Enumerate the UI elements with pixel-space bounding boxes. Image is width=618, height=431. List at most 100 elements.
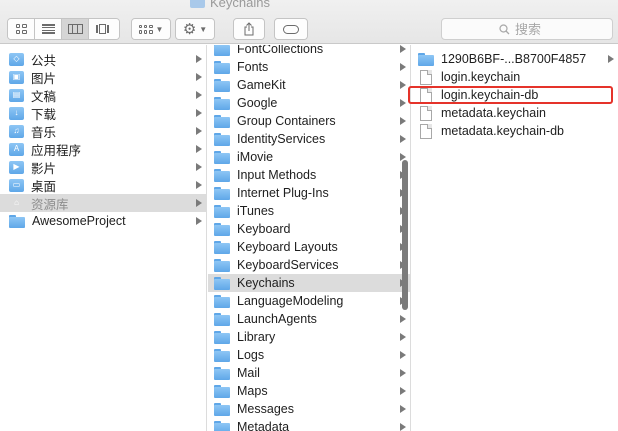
arrange-menu-button[interactable]: ▼ (131, 18, 171, 40)
search-input[interactable] (515, 21, 555, 37)
item-label: Keyboard (237, 222, 291, 236)
public-folder-icon: ◇ (9, 52, 24, 66)
downloads-folder-icon: ↓ (9, 106, 24, 120)
item-label: Messages (237, 402, 294, 416)
list-item[interactable]: Mail (208, 364, 410, 382)
list-item-downloads[interactable]: ↓ 下载 (0, 104, 206, 122)
list-item[interactable]: Keyboard (208, 220, 410, 238)
list-item[interactable]: Fonts (208, 58, 410, 76)
list-item-library[interactable]: ⌂ 资源库 (0, 194, 206, 212)
folder-icon (214, 96, 230, 110)
tag-icon (283, 24, 299, 34)
list-icon (41, 24, 55, 34)
grid-icon (15, 24, 27, 34)
chevron-right-icon (196, 109, 202, 117)
list-item-documents[interactable]: ▤ 文稿 (0, 86, 206, 104)
annotation-highlight-box (408, 86, 613, 104)
list-item[interactable]: FontCollections (208, 45, 410, 58)
item-label: Google (237, 96, 278, 110)
chevron-right-icon (400, 63, 406, 71)
cover-flow-icon (95, 24, 113, 34)
list-item[interactable]: IdentityServices (208, 130, 410, 148)
item-label: iTunes (237, 204, 275, 218)
chevron-right-icon (608, 55, 614, 63)
item-label: Internet Plug-Ins (237, 186, 329, 200)
column-library: FontCollections Fonts GameKit Google Gro… (208, 45, 411, 431)
chevron-right-icon (400, 81, 406, 89)
list-item-file[interactable]: metadata.keychain (412, 104, 618, 122)
list-item-keychains[interactable]: Keychains (208, 274, 410, 292)
list-view-button[interactable] (35, 19, 62, 39)
folder-icon (190, 0, 205, 8)
folder-icon (214, 348, 230, 362)
list-item[interactable]: iMovie (208, 148, 410, 166)
list-item[interactable]: Library (208, 328, 410, 346)
column-scrollbar[interactable] (402, 160, 408, 310)
chevron-right-icon (400, 387, 406, 395)
list-item-awesomeproject[interactable]: AwesomeProject (0, 212, 206, 230)
list-item[interactable]: Google (208, 94, 410, 112)
chevron-right-icon (196, 217, 202, 225)
item-label: 下载 (31, 107, 57, 122)
chevron-right-icon (400, 315, 406, 323)
list-item-file[interactable]: metadata.keychain-db (412, 122, 618, 140)
pictures-folder-icon: ▣ (9, 70, 24, 84)
desktop-folder-icon: ▭ (9, 178, 24, 192)
columns-icon (67, 24, 83, 34)
list-item-applications[interactable]: A 应用程序 (0, 140, 206, 158)
item-label: IdentityServices (237, 132, 326, 146)
list-item[interactable]: Messages (208, 400, 410, 418)
list-item[interactable]: Input Methods (208, 166, 410, 184)
chevron-right-icon (196, 55, 202, 63)
folder-icon (214, 330, 230, 344)
item-label: KeyboardServices (237, 258, 339, 272)
item-label: metadata.keychain (441, 106, 546, 120)
folder-icon (214, 420, 230, 431)
list-item-uuid-folder[interactable]: 1290B6BF-...B8700F4857 (412, 50, 618, 68)
item-label: 1290B6BF-...B8700F4857 (441, 52, 587, 66)
column-view-button[interactable] (62, 19, 89, 39)
list-item[interactable]: Keyboard Layouts (208, 238, 410, 256)
list-item-music[interactable]: ♫ 音乐 (0, 122, 206, 140)
list-item[interactable]: LaunchAgents (208, 310, 410, 328)
library-folder-icon: ⌂ (9, 196, 24, 210)
item-label: 文稿 (31, 89, 57, 104)
search-field[interactable] (441, 18, 613, 40)
list-item[interactable]: GameKit (208, 76, 410, 94)
folder-icon (214, 402, 230, 416)
list-item-movies[interactable]: ▶ 影片 (0, 158, 206, 176)
share-icon (244, 22, 254, 36)
chevron-right-icon (196, 73, 202, 81)
list-item[interactable]: iTunes (208, 202, 410, 220)
list-item[interactable]: Maps (208, 382, 410, 400)
item-label: login.keychain (441, 70, 521, 84)
movies-folder-icon: ▶ (9, 160, 24, 174)
list-item-file[interactable]: login.keychain (412, 68, 618, 86)
folder-icon (214, 186, 230, 200)
list-item[interactable]: Metadata (208, 418, 410, 431)
chevron-right-icon (400, 351, 406, 359)
chevron-right-icon (196, 127, 202, 135)
chevron-right-icon (196, 199, 202, 207)
chevron-right-icon (400, 99, 406, 107)
list-item[interactable]: KeyboardServices (208, 256, 410, 274)
list-item-pictures[interactable]: ▣ 图片 (0, 68, 206, 86)
action-menu-button[interactable]: ⚙ ▼ (175, 18, 215, 40)
document-icon (420, 123, 432, 139)
item-label: GameKit (237, 78, 286, 92)
gallery-view-button[interactable] (89, 19, 119, 39)
list-item[interactable]: Group Containers (208, 112, 410, 130)
list-item-public[interactable]: ◇ 公共 (0, 50, 206, 68)
item-label: Metadata (237, 420, 290, 431)
chevron-right-icon (400, 405, 406, 413)
list-item-desktop[interactable]: ▭ 桌面 (0, 176, 206, 194)
documents-folder-icon: ▤ (9, 88, 24, 102)
icon-view-button[interactable] (8, 19, 35, 39)
folder-icon (418, 52, 434, 66)
folder-icon (214, 366, 230, 380)
list-item[interactable]: Logs (208, 346, 410, 364)
list-item[interactable]: Internet Plug-Ins (208, 184, 410, 202)
share-button[interactable] (233, 18, 265, 40)
list-item[interactable]: LanguageModeling (208, 292, 410, 310)
tags-button[interactable] (274, 18, 308, 40)
